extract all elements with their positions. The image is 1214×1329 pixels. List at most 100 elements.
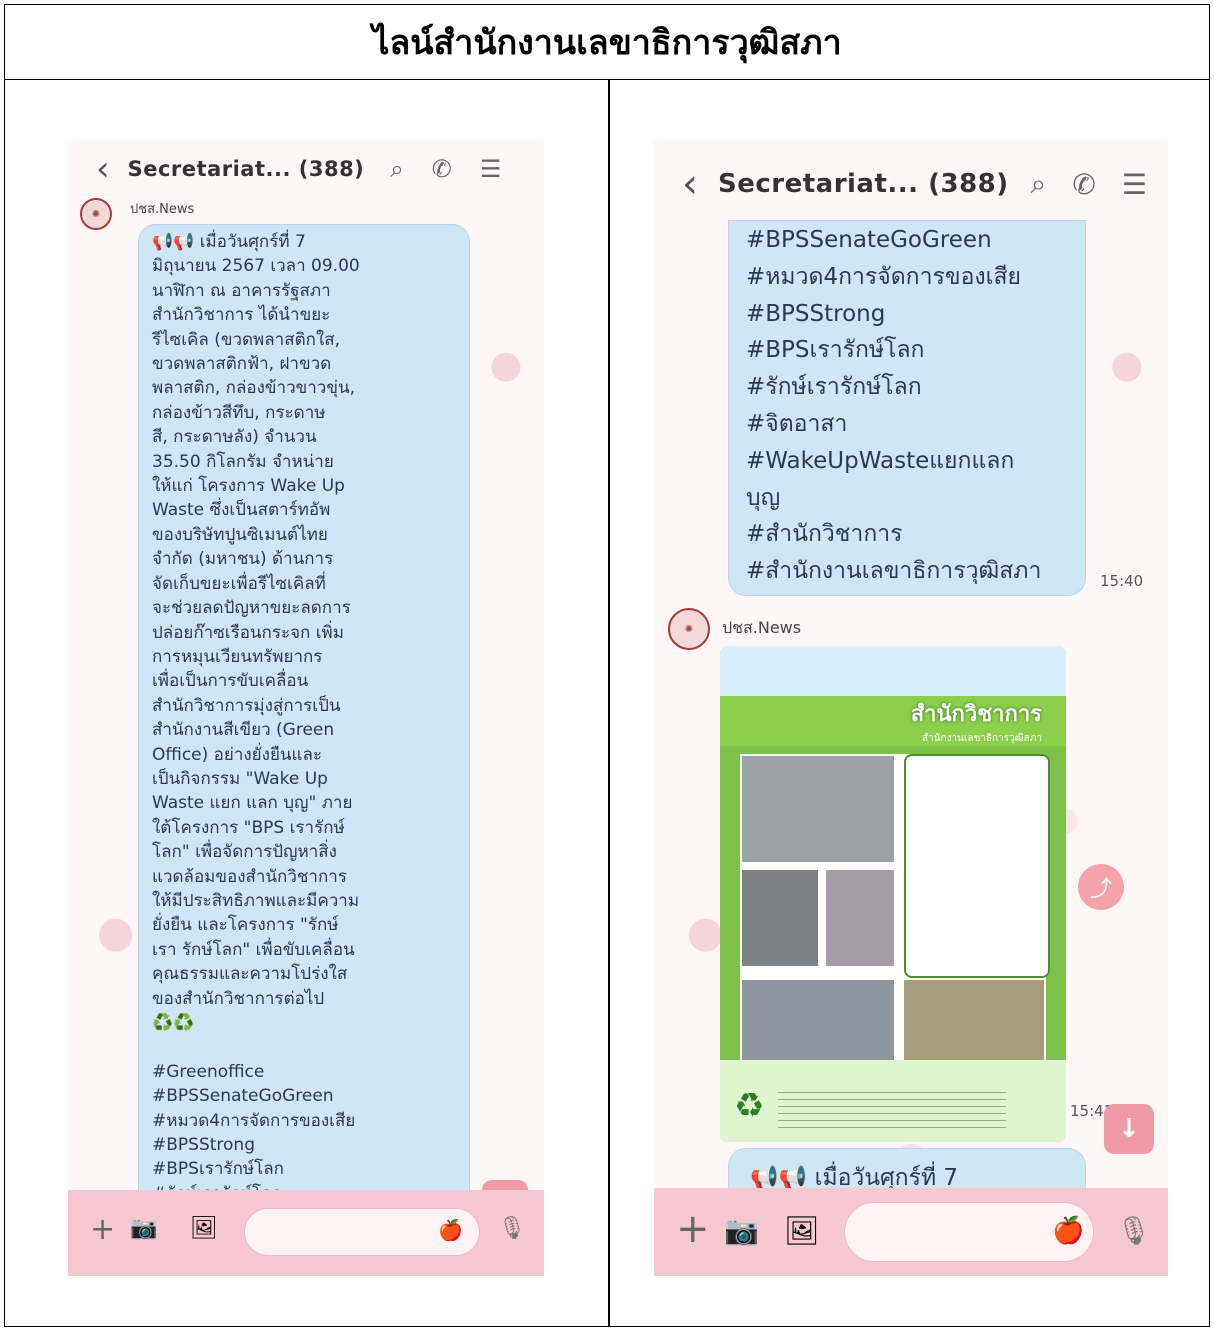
emoji-icon[interactable]: 🍎 bbox=[438, 1218, 463, 1242]
poster-photo bbox=[740, 978, 896, 1064]
avatar[interactable]: ✺ bbox=[80, 198, 112, 230]
message-line: พลาสติก, กล่องข้าวขาวขุ่น, bbox=[152, 378, 355, 399]
message-line: กล่องข้าวสีทึบ, กระดาษ bbox=[152, 402, 326, 423]
search-icon[interactable]: ⌕ bbox=[1031, 167, 1047, 201]
message-line: ของบริษัทปูนซิเมนต์ไทย bbox=[152, 524, 328, 545]
message-line: Office) อย่างยั่งยืนและ bbox=[152, 744, 323, 765]
message-bubble[interactable]: 📢📢 เมื่อวันศุกร์ที่ 7 มิถุนายน 2567 เวลา … bbox=[138, 224, 470, 1276]
menu-icon[interactable]: ☰ bbox=[1122, 168, 1147, 201]
message-line: #สำนักวิชาการ bbox=[746, 521, 903, 548]
phone-icon[interactable]: ✆ bbox=[1072, 168, 1095, 201]
message-line: #BPSStrong bbox=[746, 300, 886, 327]
page-title: ไลน์สำนักงานเลขาธิการวุฒิสภา bbox=[4, 4, 1210, 80]
message-line: เรา รักษ์โลก" เพื่อขับเคลื่อน bbox=[152, 939, 355, 960]
message-line bbox=[152, 1035, 456, 1059]
message-line: นาฬิกา ณ อาคารรัฐสภา bbox=[152, 280, 331, 301]
share-button[interactable]: ⤴ bbox=[1078, 864, 1124, 910]
message-line: การหมุนเวียนทรัพยากร bbox=[152, 646, 323, 667]
chat-input-bar: + 📷 🖼 🍎 🎙 bbox=[68, 1190, 544, 1276]
poster-banner: สำนักวิชาการ สำนักงานเลขาธิการวุฒิสภา bbox=[720, 696, 1066, 746]
message-line: Waste แยก แลก บุญ" ภาย bbox=[152, 793, 353, 814]
message-line: สำนักวิชาการ ได้นำขยะ bbox=[152, 305, 331, 326]
message-line: จำกัด (มหาชน) ด้านการ bbox=[152, 549, 334, 570]
mic-icon[interactable]: 🎙 bbox=[498, 1216, 526, 1241]
message-line: ยั่งยืน และโครงการ "รักษ์ bbox=[152, 915, 339, 936]
message-line: รีไซเคิล (ขวดพลาสติกใส, bbox=[152, 329, 341, 350]
message-line: เพื่อเป็นการขับเคลื่อน bbox=[152, 671, 309, 692]
message-line: ให้มีประสิทธิภาพและมีความ bbox=[152, 890, 360, 911]
message-line: 35.50 กิโลกรัม จำหน่าย bbox=[152, 451, 334, 472]
sticker-icon[interactable]: 🖼 bbox=[190, 1216, 218, 1241]
message-line: สำนักวิชาการมุ่งสู่การเป็น bbox=[152, 695, 341, 716]
chat-title[interactable]: Secretariat... (388) bbox=[128, 157, 365, 181]
message-line: คุณธรรมและความโปร่งใส bbox=[152, 964, 348, 985]
message-line: มิถุนายน 2567 เวลา 09.00 bbox=[152, 256, 360, 277]
message-line: ขวดพลาสติกฟ้า, ฝาขวด bbox=[152, 354, 332, 375]
message-time: 15:40 bbox=[1100, 572, 1144, 590]
message-line: จัดเก็บขยะเพื่อรีไซเคิลที่ bbox=[152, 573, 326, 594]
message-line: แวดล้อมของสำนักวิชาการ bbox=[152, 866, 347, 887]
poster-footer-text bbox=[778, 1092, 1006, 1132]
news-poster-image[interactable]: สำนักวิชาการ สำนักงานเลขาธิการวุฒิสภา ♻ bbox=[720, 646, 1066, 1142]
recycle-icon: ♻ bbox=[734, 1086, 765, 1126]
message-line: บุญ bbox=[746, 484, 781, 511]
plus-icon[interactable]: + bbox=[676, 1206, 710, 1252]
poster-photo bbox=[902, 978, 1046, 1064]
emoji-icon[interactable]: 🍎 bbox=[1052, 1216, 1084, 1246]
plus-icon[interactable]: + bbox=[90, 1212, 115, 1247]
poster-photo bbox=[740, 754, 896, 864]
message-line: ใต้โครงการ "BPS เรารักษ์ bbox=[152, 817, 345, 838]
poster-photo-area bbox=[740, 754, 1050, 1064]
message-line: 📢📢 เมื่อวันศุกร์ที่ 7 bbox=[152, 232, 306, 252]
message-line: ให้แก่ โครงการ Wake Up bbox=[152, 476, 345, 497]
message-line: #BPSเรารักษ์โลก bbox=[152, 1159, 284, 1180]
message-line: #สำนักงานเลขาธิการวุฒิสภา bbox=[746, 558, 1042, 585]
message-line: Waste ซึ่งเป็นสตาร์ทอัพ bbox=[152, 500, 331, 521]
poster-footer: ♻ bbox=[720, 1060, 1066, 1142]
message-bubble[interactable]: #BPSSenateGoGreen #หมวด4การจัดการของเสีย #… bbox=[728, 220, 1086, 596]
poster-subtitle: สำนักงานเลขาธิการวุฒิสภา bbox=[921, 733, 1042, 744]
message-line: เป็นกิจกรรม "Wake Up bbox=[152, 768, 328, 789]
chat-header: ‹ Secretariat... (388) ⌕ ✆ ☰ bbox=[68, 149, 544, 189]
poster-text-box bbox=[904, 754, 1050, 978]
message-line: สำนักงานสีเขียว (Green bbox=[152, 720, 335, 741]
message-line: #WakeUpWasteแยกแลก bbox=[746, 447, 1015, 474]
mic-icon[interactable]: 🎙 bbox=[1116, 1214, 1152, 1247]
message-line: #BPSStrong bbox=[152, 1135, 255, 1156]
column-divider bbox=[608, 80, 610, 1327]
message-line: ♻️♻️ bbox=[152, 1013, 195, 1033]
message-line: #BPSSenateGoGreen bbox=[746, 227, 992, 253]
message-line: #จิตอาสา bbox=[746, 410, 848, 437]
camera-icon[interactable]: 📷 bbox=[130, 1216, 157, 1241]
message-line: สี, กระดาษลัง) จำนวน bbox=[152, 427, 317, 448]
camera-icon[interactable]: 📷 bbox=[724, 1214, 759, 1247]
right-chat-screenshot: ‹ Secretariat... (388) ⌕ ✆ ☰ #BPSSenateG… bbox=[654, 140, 1168, 1276]
chat-header: ‹ Secretariat... (388) ⌕ ✆ ☰ bbox=[654, 161, 1168, 207]
sender-name: ปชส.News bbox=[722, 618, 802, 637]
poster-photo bbox=[740, 868, 820, 968]
chat-input-bar: + 📷 🖼 🍎 🎙 bbox=[654, 1188, 1168, 1276]
search-icon[interactable]: ⌕ bbox=[390, 155, 403, 183]
message-line: จะช่วยลดปัญหาขยะลดการ bbox=[152, 598, 351, 619]
message-line: ของสำนักวิชาการต่อไป bbox=[152, 988, 325, 1009]
message-line: #หมวด4การจัดการของเสีย bbox=[746, 263, 1022, 290]
poster-photo bbox=[824, 868, 896, 968]
message-line: #รักษ์เรารักษ์โลก bbox=[746, 374, 922, 401]
back-icon[interactable]: ‹ bbox=[96, 149, 110, 189]
poster-title: สำนักวิชาการ bbox=[910, 702, 1042, 727]
sender-name: ปชส.News bbox=[130, 202, 195, 217]
avatar[interactable]: ✺ bbox=[668, 608, 710, 650]
scroll-down-button[interactable]: ↓ bbox=[1104, 1104, 1154, 1154]
message-line: โลก" เพื่อจัดการปัญหาสิ่ง bbox=[152, 842, 337, 863]
message-line: #หมวด4การจัดการของเสีย bbox=[152, 1110, 356, 1131]
phone-icon[interactable]: ✆ bbox=[432, 155, 452, 183]
chat-title[interactable]: Secretariat... (388) bbox=[718, 169, 1009, 199]
sticker-icon[interactable]: 🖼 bbox=[784, 1214, 820, 1247]
message-line: ปล่อยก๊าซเรือนกระจก เพิ่ม bbox=[152, 622, 344, 643]
message-line: #Greenoffice bbox=[152, 1061, 265, 1082]
left-chat-screenshot: ‹ Secretariat... (388) ⌕ ✆ ☰ ✺ ปชส.News … bbox=[68, 140, 544, 1276]
back-icon[interactable]: ‹ bbox=[682, 161, 698, 207]
poster-sky bbox=[720, 646, 1066, 696]
message-line: #BPSเรารักษ์โลก bbox=[746, 337, 925, 364]
menu-icon[interactable]: ☰ bbox=[480, 155, 502, 183]
